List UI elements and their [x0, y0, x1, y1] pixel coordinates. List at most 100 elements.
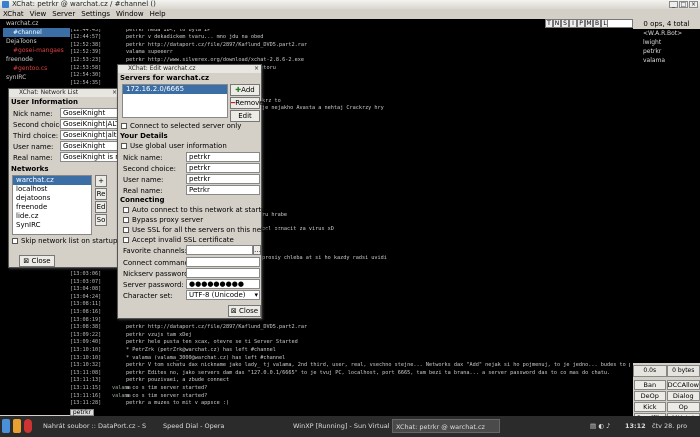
- taskbar-item[interactable]: WinXP [Running] - Sun VirtualBox: [290, 419, 390, 433]
- user-list-item[interactable]: valama: [633, 56, 700, 65]
- network-item[interactable]: warchat.cz: [13, 176, 91, 185]
- topic-bar[interactable]: [70, 19, 545, 29]
- menu-xchat[interactable]: XChat: [3, 9, 24, 19]
- user-action-button[interactable]: Op: [666, 402, 700, 412]
- channel-mode-toggle[interactable]: N: [553, 19, 561, 28]
- maximize-button[interactable]: □: [679, 1, 688, 8]
- charset-select[interactable]: UTF-8 (Unicode) ▾: [186, 290, 260, 300]
- network-item[interactable]: localhost: [13, 185, 91, 194]
- tree-item[interactable]: DejaToons: [3, 37, 70, 46]
- nickserv-field[interactable]: [186, 268, 260, 278]
- auto-connect-label: Auto connect to this network at startup: [132, 206, 270, 214]
- tree-item[interactable]: synIRC: [3, 73, 70, 82]
- edit-server-button[interactable]: Edit: [230, 110, 260, 122]
- connect-selected-checkbox[interactable]: Connect to selected server only: [121, 122, 241, 130]
- user-action-button[interactable]: Dialog: [666, 391, 700, 401]
- user-list-item[interactable]: petrkr: [633, 47, 700, 56]
- user-action-button[interactable]: DCCAllow: [666, 380, 700, 390]
- auto-connect-checkbox[interactable]: Auto connect to this network at startup: [123, 206, 270, 214]
- second-choice-field[interactable]: GoseiKnight|ALT: [60, 119, 121, 129]
- edit-nick-field[interactable]: petrkr: [186, 152, 260, 162]
- lag-value: 0.0s: [633, 365, 667, 377]
- user-action-button[interactable]: Kick: [634, 402, 666, 412]
- user-list-item[interactable]: lwight: [633, 38, 700, 47]
- network-list-title: XChat: Network List: [19, 89, 79, 96]
- taskbar-item[interactable]: Nahrát soubor :: DataPort.cz - S: [40, 419, 158, 433]
- charset-label: Character set:: [123, 292, 173, 300]
- tree-item[interactable]: warchat.cz: [3, 19, 70, 28]
- channel-mode-toggle[interactable]: P: [577, 19, 585, 28]
- file-manager-icon[interactable]: [13, 419, 21, 433]
- network-side-button[interactable]: So: [95, 214, 107, 226]
- accept-ssl-checkbox[interactable]: Accept invalid SSL certificate: [123, 236, 234, 244]
- taskbar-item[interactable]: XChat: petrkr @ warchat.cz: [392, 419, 500, 433]
- user-name-field[interactable]: GoseiKnight: [60, 141, 121, 151]
- bypass-proxy-checkbox[interactable]: Bypass proxy server: [123, 216, 203, 224]
- tree-item[interactable]: #gosei-mangaes: [3, 46, 70, 55]
- edit-user-field[interactable]: petrkr: [186, 174, 260, 184]
- connect-command-field[interactable]: [186, 257, 260, 267]
- user-action-button[interactable]: Ban: [634, 380, 666, 390]
- edit-real-field[interactable]: Petrkr: [186, 185, 260, 195]
- network-item[interactable]: freenode: [13, 203, 91, 212]
- date: čtv 28. pro: [652, 422, 688, 430]
- network-item[interactable]: lide.cz: [13, 212, 91, 221]
- skip-network-list-checkbox[interactable]: Skip network list on startup: [12, 237, 117, 245]
- channel-mode-toggle[interactable]: M: [585, 19, 593, 28]
- user-action-button[interactable]: DeOp: [634, 391, 666, 401]
- edit-second-field[interactable]: petrkr: [186, 163, 260, 173]
- real-name-field[interactable]: GoseiKnight is real: [60, 152, 121, 162]
- user-info-heading: User Information: [11, 98, 78, 106]
- tree-item[interactable]: #channel: [3, 28, 70, 37]
- favorite-channels-menu-button[interactable]: …: [253, 245, 261, 255]
- chat-line: [13:11:08] petrkr Edites no, jako servers…: [70, 370, 630, 377]
- throttle-value: 0 bytes: [666, 365, 700, 377]
- remove-server-button[interactable]: ━Remove: [230, 97, 264, 109]
- menu-help[interactable]: Help: [150, 9, 166, 19]
- channel-mode-toggle[interactable]: S: [561, 19, 569, 28]
- menu-server[interactable]: Server: [52, 9, 75, 19]
- close-icon[interactable]: ×: [253, 65, 260, 72]
- favorite-channels-field[interactable]: [186, 245, 253, 255]
- message-input[interactable]: [70, 408, 633, 416]
- add-server-button[interactable]: ✚Add: [230, 84, 260, 96]
- network-item[interactable]: SynIRC: [13, 221, 91, 230]
- tree-item[interactable]: #gentoo.cs: [3, 64, 70, 73]
- close-window-button[interactable]: ×: [689, 1, 698, 8]
- opera-launcher-icon[interactable]: [24, 419, 32, 433]
- menu-view[interactable]: View: [30, 9, 47, 19]
- server-password-field[interactable]: ●●●●●●●●●: [186, 279, 260, 289]
- edit-close-button[interactable]: ⊠ Close: [228, 305, 261, 317]
- minimize-button[interactable]: _: [669, 1, 678, 8]
- nick-field[interactable]: GoseiKnight: [60, 108, 121, 118]
- your-details-heading: Your Details: [120, 132, 168, 140]
- menu-settings[interactable]: Settings: [81, 9, 110, 19]
- start-menu-icon[interactable]: [2, 419, 10, 433]
- server-item[interactable]: 172.16.2.0/6665: [123, 85, 227, 94]
- menu-window[interactable]: Window: [116, 9, 144, 19]
- chat-timestamp: [13:10:10]: [70, 347, 102, 353]
- taskbar-item[interactable]: Speed Dial - Opera: [160, 419, 272, 433]
- channel-mode-toggle[interactable]: I: [569, 19, 577, 28]
- favorite-channels-label: Favorite channels:: [123, 247, 187, 255]
- server-password-label: Server password:: [123, 281, 184, 289]
- network-side-button[interactable]: Ed: [95, 201, 107, 213]
- nick-button[interactable]: petrkr: [70, 409, 94, 416]
- network-side-button[interactable]: Re: [95, 188, 107, 200]
- channel-mode-toggle[interactable]: T: [545, 19, 553, 28]
- tree-item[interactable]: freenode: [3, 55, 70, 64]
- user-list-item[interactable]: <W.A.R.Bot>: [633, 29, 700, 38]
- channel-key-field[interactable]: [607, 19, 633, 28]
- nickserv-label: Nickserv password:: [123, 270, 191, 278]
- network-side-button[interactable]: +: [95, 175, 107, 187]
- use-global-checkbox[interactable]: Use global user information: [121, 142, 227, 150]
- chat-timestamp: [13:09:22]: [70, 331, 102, 338]
- network-list-dialog: XChat: Network List × User Information N…: [8, 88, 121, 268]
- network-item[interactable]: dejatoons: [13, 194, 91, 203]
- channel-mode-toggle[interactable]: B: [593, 19, 601, 28]
- third-choice-field[interactable]: GoseiKnight|alt2: [60, 130, 121, 140]
- window-titlebar: XChat: petrkr @ warchat.cz / #channel ()…: [0, 0, 700, 9]
- network-list-close-button[interactable]: ⊠ Close: [19, 255, 55, 267]
- close-label: Close: [31, 257, 51, 265]
- use-ssl-checkbox[interactable]: Use SSL for all the servers on this netw…: [123, 226, 281, 234]
